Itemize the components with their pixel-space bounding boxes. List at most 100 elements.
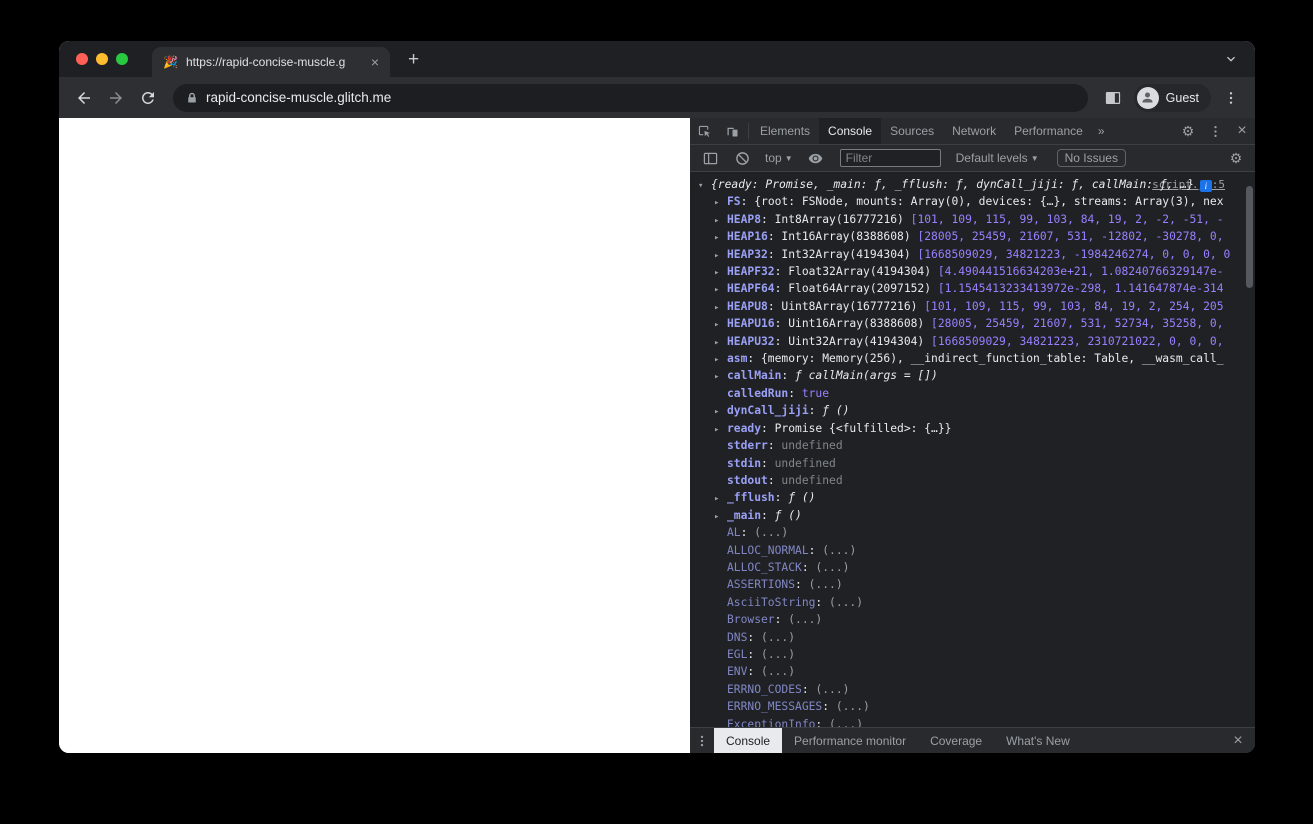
console-line[interactable]: ▸ FS: {root: FSNode, mounts: Array(0), de… [690, 194, 1255, 211]
console-token: FS [727, 195, 741, 209]
devtools-tab-network[interactable]: Network [943, 118, 1005, 144]
devtools-drawer-bar: Console Performance monitor Coverage Wha… [690, 727, 1255, 753]
log-levels-dropdown[interactable]: Default levels ▼ [951, 151, 1044, 165]
console-line[interactable]: ▸ HEAPU8: Uint8Array(16777216) [101, 109,… [690, 299, 1255, 316]
console-line[interactable]: ENV: (...) [690, 664, 1255, 681]
disclosure-triangle-icon[interactable]: ▸ [714, 491, 727, 507]
console-line[interactable]: ASSERTIONS: (...) [690, 577, 1255, 594]
disclosure-triangle-icon[interactable]: ▸ [714, 352, 727, 368]
console-line[interactable]: ALLOC_NORMAL: (...) [690, 543, 1255, 560]
close-window-button[interactable] [76, 53, 88, 65]
console-line[interactable]: ▸ HEAP8: Int8Array(16777216) [101, 109, 1… [690, 212, 1255, 229]
eye-icon [808, 153, 823, 163]
devtools-tab-performance[interactable]: Performance [1005, 118, 1092, 144]
page-content [59, 118, 690, 753]
log-levels-value: Default levels [955, 151, 1028, 165]
scrollbar-thumb[interactable] [1246, 186, 1253, 288]
disclosure-triangle-icon[interactable]: ▸ [714, 248, 727, 264]
reload-button[interactable] [133, 83, 163, 113]
console-token: undefined [781, 439, 843, 453]
disclosure-triangle-icon[interactable]: ▸ [714, 230, 727, 246]
block-icon [735, 151, 749, 165]
console-line[interactable]: ERRNO_MESSAGES: (...) [690, 699, 1255, 716]
clear-console-button[interactable] [728, 151, 756, 166]
console-sidebar-button[interactable] [696, 151, 724, 166]
side-panel-button[interactable] [1098, 83, 1128, 113]
devtools-tab-console[interactable]: Console [819, 118, 882, 144]
console-line[interactable]: ▸ HEAPF32: Float32Array(4194304) [4.49044… [690, 264, 1255, 281]
console-line[interactable]: ▸ ready: Promise {<fulfilled>: {…}} [690, 421, 1255, 438]
context-selector[interactable]: top ▼ [760, 151, 798, 165]
device-toolbar-button[interactable] [718, 118, 746, 144]
disclosure-triangle-icon[interactable]: ▸ [714, 265, 727, 281]
drawer-tab-whats-new[interactable]: What's New [994, 728, 1082, 753]
browser-menu-button[interactable] [1217, 84, 1245, 112]
console-line[interactable]: AsciiToString: (...) [690, 595, 1255, 612]
forward-button[interactable] [101, 83, 131, 113]
browser-tab[interactable]: 🎉 https://rapid-concise-muscle.g × [152, 47, 390, 77]
console-line[interactable]: Browser: (...) [690, 612, 1255, 629]
disclosure-triangle-icon[interactable]: ▸ [714, 335, 727, 351]
disclosure-triangle-icon[interactable]: ▸ [714, 195, 727, 211]
disclosure-triangle-icon[interactable]: ▾ [698, 178, 711, 194]
console-line[interactable]: EGL: (...) [690, 647, 1255, 664]
disclosure-triangle-icon[interactable]: ▸ [714, 317, 727, 333]
more-tabs-button[interactable]: » [1092, 118, 1111, 144]
disclosure-triangle-icon[interactable]: ▸ [714, 282, 727, 298]
console-line[interactable]: AL: (...) [690, 525, 1255, 542]
console-line[interactable]: ▸ HEAP32: Int32Array(4194304) [1668509029… [690, 247, 1255, 264]
drawer-tab-coverage[interactable]: Coverage [918, 728, 994, 753]
console-token: : [747, 665, 762, 679]
console-line[interactable]: ▸ asm: {memory: Memory(256), __indirect_f… [690, 351, 1255, 368]
console-line[interactable]: ▸ dynCall_jiji: ƒ () [690, 403, 1255, 420]
tab-title: https://rapid-concise-muscle.g [185, 55, 346, 69]
drawer-tab-console[interactable]: Console [714, 728, 783, 753]
filter-input[interactable] [845, 151, 935, 165]
close-drawer-button[interactable]: × [1225, 732, 1251, 750]
devtools-tab-elements[interactable]: Elements [751, 118, 819, 144]
drawer-tab-performance-monitor[interactable]: Performance monitor [782, 728, 918, 753]
device-toolbar-icon [727, 127, 737, 136]
devtools-tab-sources[interactable]: Sources [881, 118, 943, 144]
back-button[interactable] [69, 83, 99, 113]
console-line[interactable]: ALLOC_STACK: (...) [690, 560, 1255, 577]
new-tab-button[interactable]: + [402, 48, 425, 71]
drawer-menu-button[interactable] [690, 728, 714, 753]
disclosure-triangle-icon[interactable]: ▸ [714, 422, 727, 438]
tab-close-icon[interactable]: × [368, 54, 382, 70]
window-content: Elements Console Sources Network Perform… [59, 118, 1255, 753]
live-expression-button[interactable] [802, 151, 830, 166]
zoom-window-button[interactable] [116, 53, 128, 65]
close-devtools-button[interactable]: × [1229, 118, 1255, 144]
console-line[interactable]: ▸ _fflush: ƒ () [690, 490, 1255, 507]
console-line[interactable]: script.js:5 ▾ {ready: Promise, _main: ƒ, _… [690, 177, 1255, 194]
console-line[interactable]: ▸ HEAPU16: Uint16Array(8388608) [28005, 2… [690, 316, 1255, 333]
console-line[interactable]: ▸ HEAP16: Int16Array(8388608) [28005, 254… [690, 229, 1255, 246]
console-line[interactable]: DNS: (...) [690, 630, 1255, 647]
console-token: [101, 109, 115, 99, 103, 84, 19, 2, 254,… [924, 299, 1224, 313]
console-settings-button[interactable]: ⚙ [1223, 150, 1249, 167]
console-line[interactable]: ▸ HEAPU32: Uint32Array(4194304) [16685090… [690, 334, 1255, 351]
tab-search-chevron-icon[interactable] [1223, 51, 1239, 67]
disclosure-triangle-icon[interactable]: ▸ [714, 404, 727, 420]
console-line[interactable]: ▸ HEAPF64: Float64Array(2097152) [1.15454… [690, 281, 1255, 298]
minimize-window-button[interactable] [96, 53, 108, 65]
inspect-element-button[interactable] [690, 118, 718, 144]
disclosure-triangle-icon[interactable]: ▸ [714, 369, 727, 385]
console-line[interactable]: ExceptionInfo: (...) [690, 717, 1255, 727]
devtools-menu-button[interactable] [1201, 118, 1229, 144]
devtools-settings-button[interactable]: ⚙ [1175, 118, 1201, 144]
disclosure-triangle-icon[interactable]: ▸ [714, 300, 727, 316]
console-line[interactable]: ▸ _main: ƒ () [690, 508, 1255, 525]
console-line[interactable]: ▸ callMain: ƒ callMain(args = []) [690, 368, 1255, 385]
disclosure-triangle-icon[interactable]: ▸ [714, 213, 727, 229]
no-issues-button[interactable]: No Issues [1056, 149, 1126, 167]
address-bar[interactable]: rapid-concise-muscle.glitch.me [173, 83, 1088, 112]
console-line[interactable]: ERRNO_CODES: (...) [690, 682, 1255, 699]
profile-button[interactable]: Guest [1133, 83, 1211, 112]
console-toolbar: top ▼ Default levels ▼ No Issues [690, 145, 1255, 172]
disclosure-triangle-icon[interactable]: ▸ [714, 509, 727, 525]
